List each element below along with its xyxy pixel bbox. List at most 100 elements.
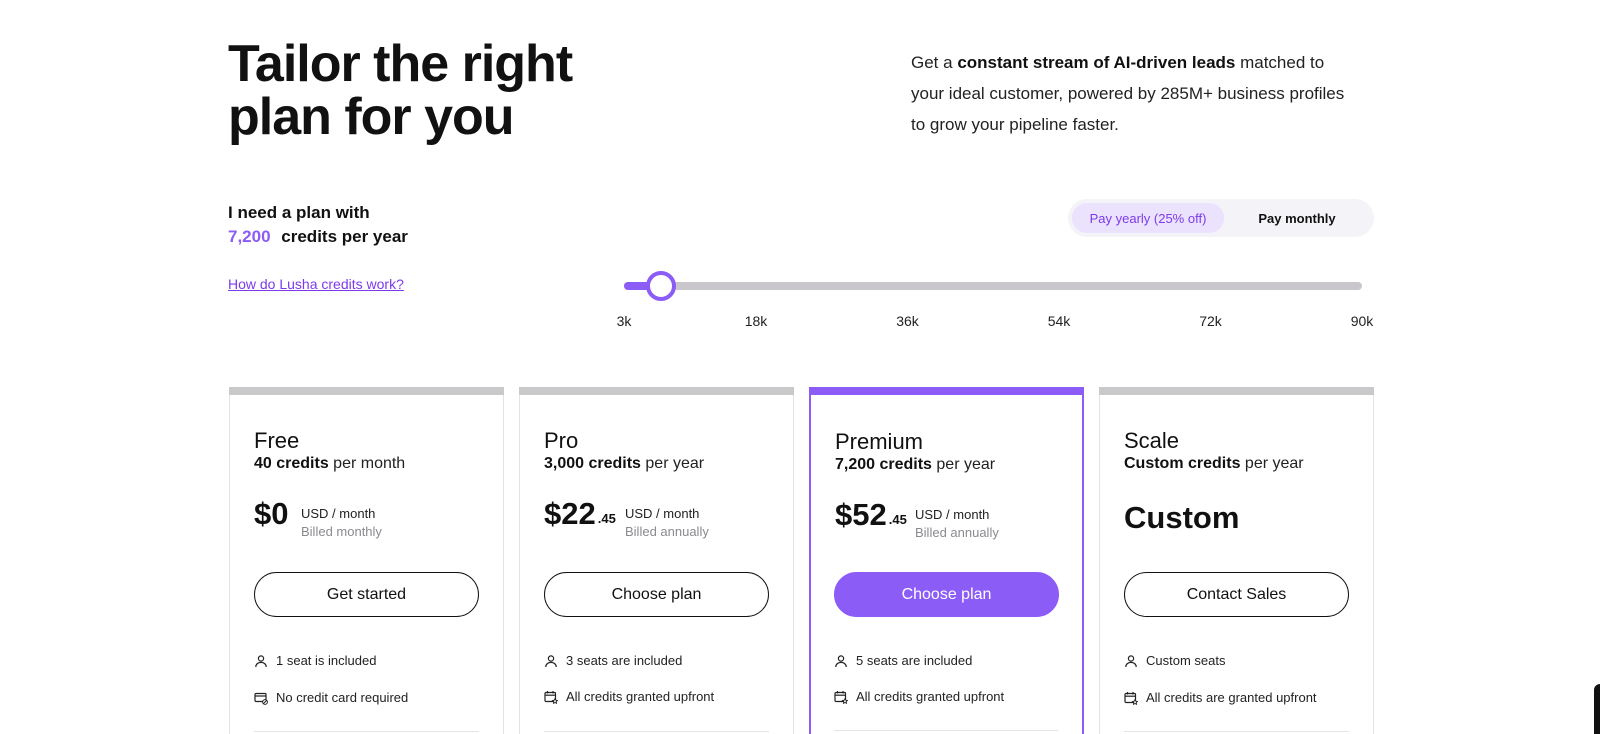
card-top-bar — [1099, 387, 1374, 395]
plan-credits-amount: Custom credits — [1124, 455, 1241, 472]
pay-yearly-option[interactable]: Pay yearly (25% off) — [1072, 203, 1224, 233]
plan-price: $22.45 — [544, 496, 616, 532]
feature-label: 3 seats are included — [566, 653, 683, 668]
slider-tick: 72k — [1199, 313, 1222, 329]
slider-tick: 18k — [744, 313, 768, 329]
plan-card-scale: Scale Custom credits per year Custom Con… — [1099, 387, 1374, 734]
plan-name: Scale — [1124, 428, 1180, 453]
contact-sales-button[interactable]: Contact Sales — [1124, 572, 1349, 617]
plan-credits-period: per year — [1240, 455, 1304, 472]
plan-price-cents: .45 — [597, 511, 616, 526]
plan-card-free: Free 40 credits per month $0 USD / month… — [229, 387, 504, 734]
scroll-edge[interactable] — [1594, 684, 1600, 734]
calendar-star-icon — [834, 690, 848, 704]
card-top-bar — [519, 387, 794, 395]
card-divider — [834, 730, 1058, 731]
plan-name: Free — [254, 428, 300, 453]
plan-credits-period: per month — [328, 455, 406, 472]
price-unit: USD / month — [915, 507, 990, 522]
person-icon — [1125, 654, 1137, 667]
card-top-bar — [229, 387, 504, 395]
feature-label: All credits granted upfront — [566, 689, 715, 704]
plan-credits-amount: 40 credits — [254, 455, 329, 472]
plan-credits: 7,200 credits per year — [835, 456, 995, 474]
card-divider — [1124, 731, 1349, 732]
slider-tick: 90k — [1350, 313, 1374, 329]
person-icon — [255, 654, 267, 667]
plan-need-label: I need a plan with 7,200 credits per yea… — [228, 201, 408, 249]
feature-seats: 3 seats are included — [544, 653, 682, 668]
plan-price: $0 — [254, 496, 288, 532]
price-unit: USD / month — [301, 506, 376, 521]
billing-note: Billed monthly — [301, 524, 382, 539]
billing-toggle: Pay yearly (25% off) Pay monthly — [1068, 199, 1374, 237]
card-divider — [254, 731, 479, 732]
feature-label: All credits are granted upfront — [1146, 690, 1317, 705]
credits-help-link[interactable]: How do Lusha credits work? — [228, 276, 404, 292]
feature-label: Custom seats — [1146, 653, 1226, 668]
credits-value: 7,200 — [228, 227, 271, 246]
plan-price-main: $52 — [835, 497, 887, 532]
plan-credits: 3,000 credits per year — [544, 455, 704, 473]
slider-tick: 36k — [896, 313, 919, 329]
feature-label: All credits granted upfront — [856, 689, 1005, 704]
plan-price-main: $22 — [544, 496, 596, 531]
plan-price: Custom — [1124, 500, 1240, 535]
slider-tick: 54k — [1047, 313, 1071, 329]
feature-label: 1 seat is included — [276, 653, 377, 668]
credits-slider[interactable] — [624, 270, 1362, 301]
billing-note: Billed annually — [625, 524, 709, 539]
billing-note: Billed annually — [915, 525, 999, 540]
plan-credits-amount: 3,000 credits — [544, 455, 641, 472]
feature-seats: 1 seat is included — [254, 653, 376, 668]
hero-desc-pre: Get a — [911, 53, 958, 72]
credit-card-icon — [254, 692, 268, 705]
feature-upfront: All credits granted upfront — [544, 689, 714, 704]
plan-price-cents: .45 — [888, 512, 907, 527]
plan-credits-period: per year — [640, 455, 705, 472]
slider-ticks: 3k 18k 36k 54k 72k 90k — [0, 313, 1600, 333]
credits-suffix: credits per year — [281, 227, 408, 246]
plan-name: Premium — [835, 429, 924, 454]
feature-upfront: All credits are granted upfront — [1124, 690, 1317, 705]
person-icon — [835, 654, 847, 667]
plan-credits-amount: 7,200 credits — [835, 456, 932, 473]
plan-name: Pro — [544, 428, 579, 453]
card-top-bar — [809, 387, 1084, 395]
person-icon — [545, 654, 557, 667]
calendar-star-icon — [1124, 691, 1138, 705]
feature-label: No credit card required — [276, 690, 409, 705]
feature-upfront: All credits granted upfront — [834, 689, 1004, 704]
plan-price-meta: USD / month Billed annually — [625, 505, 709, 541]
plan-credits: 40 credits per month — [254, 455, 405, 473]
plan-credits: Custom credits per year — [1124, 455, 1304, 473]
card-divider — [544, 731, 769, 732]
plan-card-pro: Pro 3,000 credits per year $22.45 USD / … — [519, 387, 794, 734]
choose-plan-button[interactable]: Choose plan — [834, 572, 1059, 617]
feature-seats: Custom seats — [1124, 653, 1225, 668]
calendar-star-icon — [544, 690, 558, 704]
page-title-line-1: Tailor the right — [228, 35, 573, 93]
feature-label: 5 seats are included — [856, 653, 973, 668]
slider-track[interactable] — [624, 282, 1362, 290]
feature-no-card: No credit card required — [254, 690, 408, 705]
plan-need-line2: 7,200 credits per year — [228, 225, 408, 249]
plan-price-main: $0 — [254, 496, 289, 531]
hero-desc-bold: constant stream of AI-driven leads — [957, 53, 1236, 72]
hero-description: Get a constant stream of AI-driven leads… — [911, 47, 1361, 140]
plan-price: $52.45 — [835, 497, 907, 533]
price-unit: USD / month — [625, 506, 700, 521]
choose-plan-button[interactable]: Choose plan — [544, 572, 769, 617]
plan-card-premium: Premium 7,200 credits per year $52.45 US… — [809, 387, 1084, 734]
slider-tick: 3k — [616, 313, 632, 329]
plan-need-line1: I need a plan with — [228, 203, 370, 222]
feature-seats: 5 seats are included — [834, 653, 972, 668]
slider-thumb[interactable] — [645, 271, 676, 301]
pay-monthly-option[interactable]: Pay monthly — [1224, 203, 1370, 233]
get-started-button[interactable]: Get started — [254, 572, 479, 617]
plan-price-meta: USD / month Billed monthly — [301, 505, 382, 541]
plan-credits-period: per year — [931, 456, 996, 473]
page-title-line-2: plan for you — [228, 88, 515, 146]
page-title: Tailor the right plan for you — [228, 35, 573, 146]
plan-price-meta: USD / month Billed annually — [915, 506, 999, 542]
